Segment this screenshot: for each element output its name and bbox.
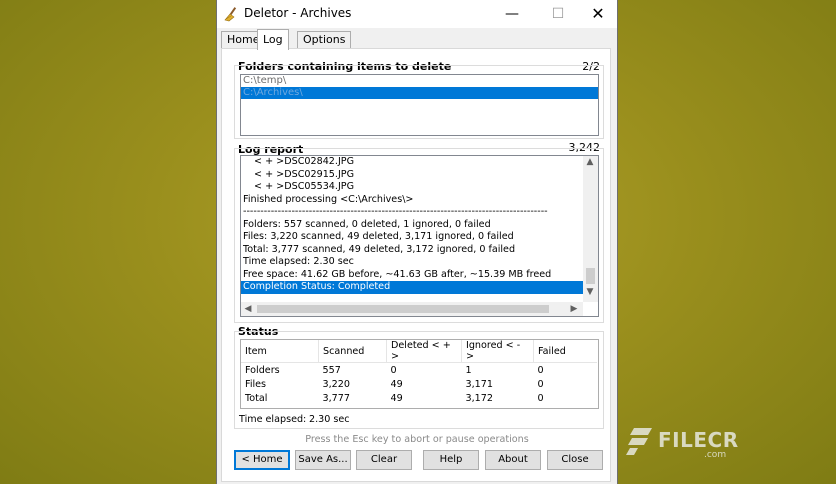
table-cell: 3,172	[465, 392, 493, 404]
table-cell: 0	[390, 364, 397, 376]
table-cell: 49	[390, 392, 403, 404]
log-line[interactable]: ----------------------------------------…	[241, 206, 583, 219]
table-cell: 557	[322, 364, 341, 376]
time-elapsed-label: Time elapsed:	[239, 414, 307, 425]
log-vertical-scrollbar[interactable]: ▲ ▼	[583, 156, 598, 302]
window-title: Deletor - Archives	[244, 6, 352, 20]
log-line[interactable]: Free space: 41.62 GB before, ~41.63 GB a…	[241, 269, 583, 282]
deletor-window: Deletor - Archives — ☐ ✕ Home Log Option…	[216, 0, 618, 484]
log-line[interactable]: < + >DSC02915.JPG	[241, 169, 583, 182]
filecr-logo-icon	[626, 428, 652, 455]
table-cell: 3,171	[465, 378, 493, 390]
folder-item[interactable]: C:\temp\	[241, 75, 598, 87]
title-bar[interactable]: Deletor - Archives — ☐ ✕	[217, 0, 617, 28]
table-cell: 1	[465, 364, 472, 376]
esc-hint-text: Press the Esc key to abort or pause oper…	[305, 434, 529, 445]
horizontal-scroll-thumb[interactable]	[257, 305, 549, 313]
scroll-up-arrow-icon[interactable]: ▲	[583, 156, 597, 168]
maximize-button[interactable]: ☐	[537, 0, 579, 28]
status-table: Item Scanned Deleted < + > Ignored < - >…	[241, 340, 597, 405]
table-cell: Folders	[245, 364, 280, 376]
column-header[interactable]: Item	[241, 340, 319, 363]
log-line-selected[interactable]: Completion Status: Completed	[241, 281, 583, 294]
time-elapsed-value: 2.30 sec	[309, 414, 350, 425]
home-button[interactable]: < Home	[234, 450, 290, 470]
log-line[interactable]: < + >DSC05534.JPG	[241, 181, 583, 194]
minimize-button[interactable]: —	[491, 0, 533, 28]
column-header[interactable]: Ignored < - >	[461, 340, 534, 363]
log-lines: < + >DSC02842.JPG < + >DSC02915.JPG < + …	[241, 156, 583, 294]
table-cell: 0	[537, 378, 544, 390]
table-cell: 3,220	[322, 378, 350, 390]
folder-item-selected[interactable]: C:\Archives\	[241, 87, 598, 99]
clear-button[interactable]: Clear	[356, 450, 412, 470]
log-listbox[interactable]: < + >DSC02842.JPG < + >DSC02915.JPG < + …	[240, 155, 599, 317]
scroll-down-arrow-icon[interactable]: ▼	[583, 286, 597, 298]
about-button[interactable]: About	[485, 450, 541, 470]
close-window-button[interactable]: ✕	[577, 0, 619, 28]
watermark-suffix: .com	[704, 450, 727, 460]
table-row: Files 3,220 49 3,171 0	[241, 377, 597, 391]
folders-listbox[interactable]: C:\temp\ C:\Archives\	[240, 74, 599, 136]
log-line[interactable]: Finished processing <C:\Archives\>	[241, 194, 583, 207]
scroll-left-arrow-icon[interactable]: ◀	[241, 303, 255, 315]
log-line[interactable]: Total: 3,777 scanned, 49 deleted, 3,172 …	[241, 244, 583, 257]
save-as-button[interactable]: Save As...	[295, 450, 351, 470]
status-table-box: Item Scanned Deleted < + > Ignored < - >…	[240, 339, 599, 409]
table-row: Folders 557 0 1 0	[241, 363, 597, 378]
log-line[interactable]: < + >DSC02842.JPG	[241, 156, 583, 169]
log-line[interactable]: Files: 3,220 scanned, 49 deleted, 3,171 …	[241, 231, 583, 244]
column-header[interactable]: Scanned	[318, 340, 387, 363]
tab-options[interactable]: Options	[297, 31, 352, 48]
status-header-row: Item Scanned Deleted < + > Ignored < - >…	[241, 340, 597, 363]
table-cell: 3,777	[322, 392, 350, 404]
column-header[interactable]: Failed	[533, 340, 597, 363]
log-line[interactable]: Time elapsed: 2.30 sec	[241, 256, 583, 269]
log-tab-panel: Folders containing items to delete 2/2 C…	[221, 48, 611, 482]
table-cell: Total	[245, 392, 268, 404]
vertical-scroll-thumb[interactable]	[586, 268, 595, 284]
watermark-brand: FILECR	[658, 428, 739, 452]
log-horizontal-scrollbar[interactable]: ◀ ▶	[241, 302, 583, 316]
table-cell: 0	[537, 364, 544, 376]
table-cell: Files	[245, 378, 267, 390]
log-line[interactable]: Folders: 557 scanned, 0 deleted, 1 ignor…	[241, 219, 583, 232]
table-row: Total 3,777 49 3,172 0	[241, 391, 597, 405]
broom-app-icon	[224, 7, 237, 22]
tab-log[interactable]: Log	[257, 29, 289, 50]
column-header[interactable]: Deleted < + >	[386, 340, 462, 363]
help-button[interactable]: Help	[423, 450, 479, 470]
scroll-right-arrow-icon[interactable]: ▶	[567, 303, 581, 315]
close-button[interactable]: Close	[547, 450, 603, 470]
table-cell: 49	[390, 378, 403, 390]
table-cell: 0	[537, 392, 544, 404]
